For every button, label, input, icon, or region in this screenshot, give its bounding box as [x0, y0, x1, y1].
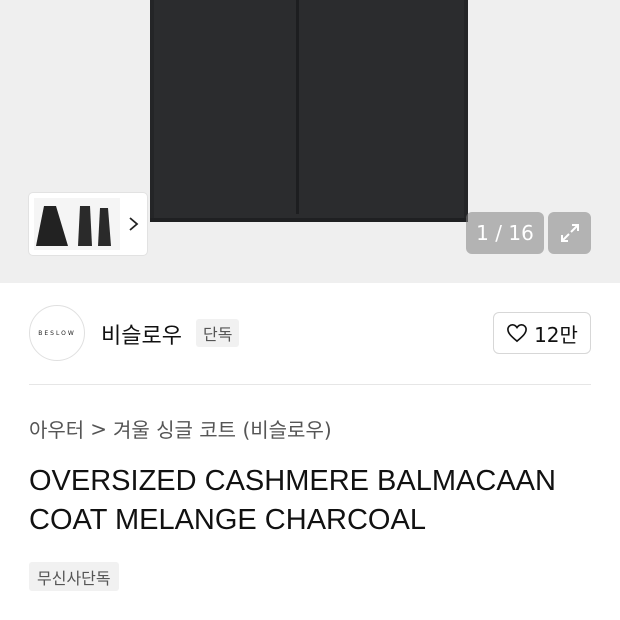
expand-button[interactable]	[548, 212, 591, 254]
breadcrumb-separator: >	[90, 416, 107, 441]
brand-logo-text: BESLOW	[38, 329, 76, 337]
like-count: 12만	[534, 322, 578, 347]
thumbnail-image	[34, 198, 120, 250]
heart-icon	[507, 323, 527, 343]
breadcrumb-subcategory[interactable]: 겨울 싱글 코트 (비슬로우)	[113, 414, 332, 443]
product-image-gallery[interactable]: 1 / 16	[0, 0, 620, 283]
exclusive-badge: 단독	[196, 319, 240, 347]
chevron-right-icon[interactable]	[127, 212, 141, 236]
like-button[interactable]: 12만	[493, 312, 591, 354]
product-title: OVERSIZED CASHMERE BALMACAAN COAT MELANG…	[29, 465, 556, 536]
breadcrumb: 아우터 > 겨울 싱글 코트 (비슬로우)	[29, 414, 332, 443]
brand-row: BESLOW 비슬로우 단독 12만	[29, 305, 591, 363]
brand-name[interactable]: 비슬로우	[101, 318, 182, 350]
brand-logo[interactable]: BESLOW	[29, 305, 85, 361]
image-counter: 1 / 16	[466, 212, 544, 254]
expand-icon	[560, 224, 579, 242]
divider	[29, 384, 591, 385]
product-image-coat	[150, 0, 468, 222]
exclusive-tag: 무신사단독	[29, 562, 119, 591]
breadcrumb-category[interactable]: 아우터	[29, 414, 84, 443]
thumbnail-strip[interactable]	[29, 193, 147, 255]
